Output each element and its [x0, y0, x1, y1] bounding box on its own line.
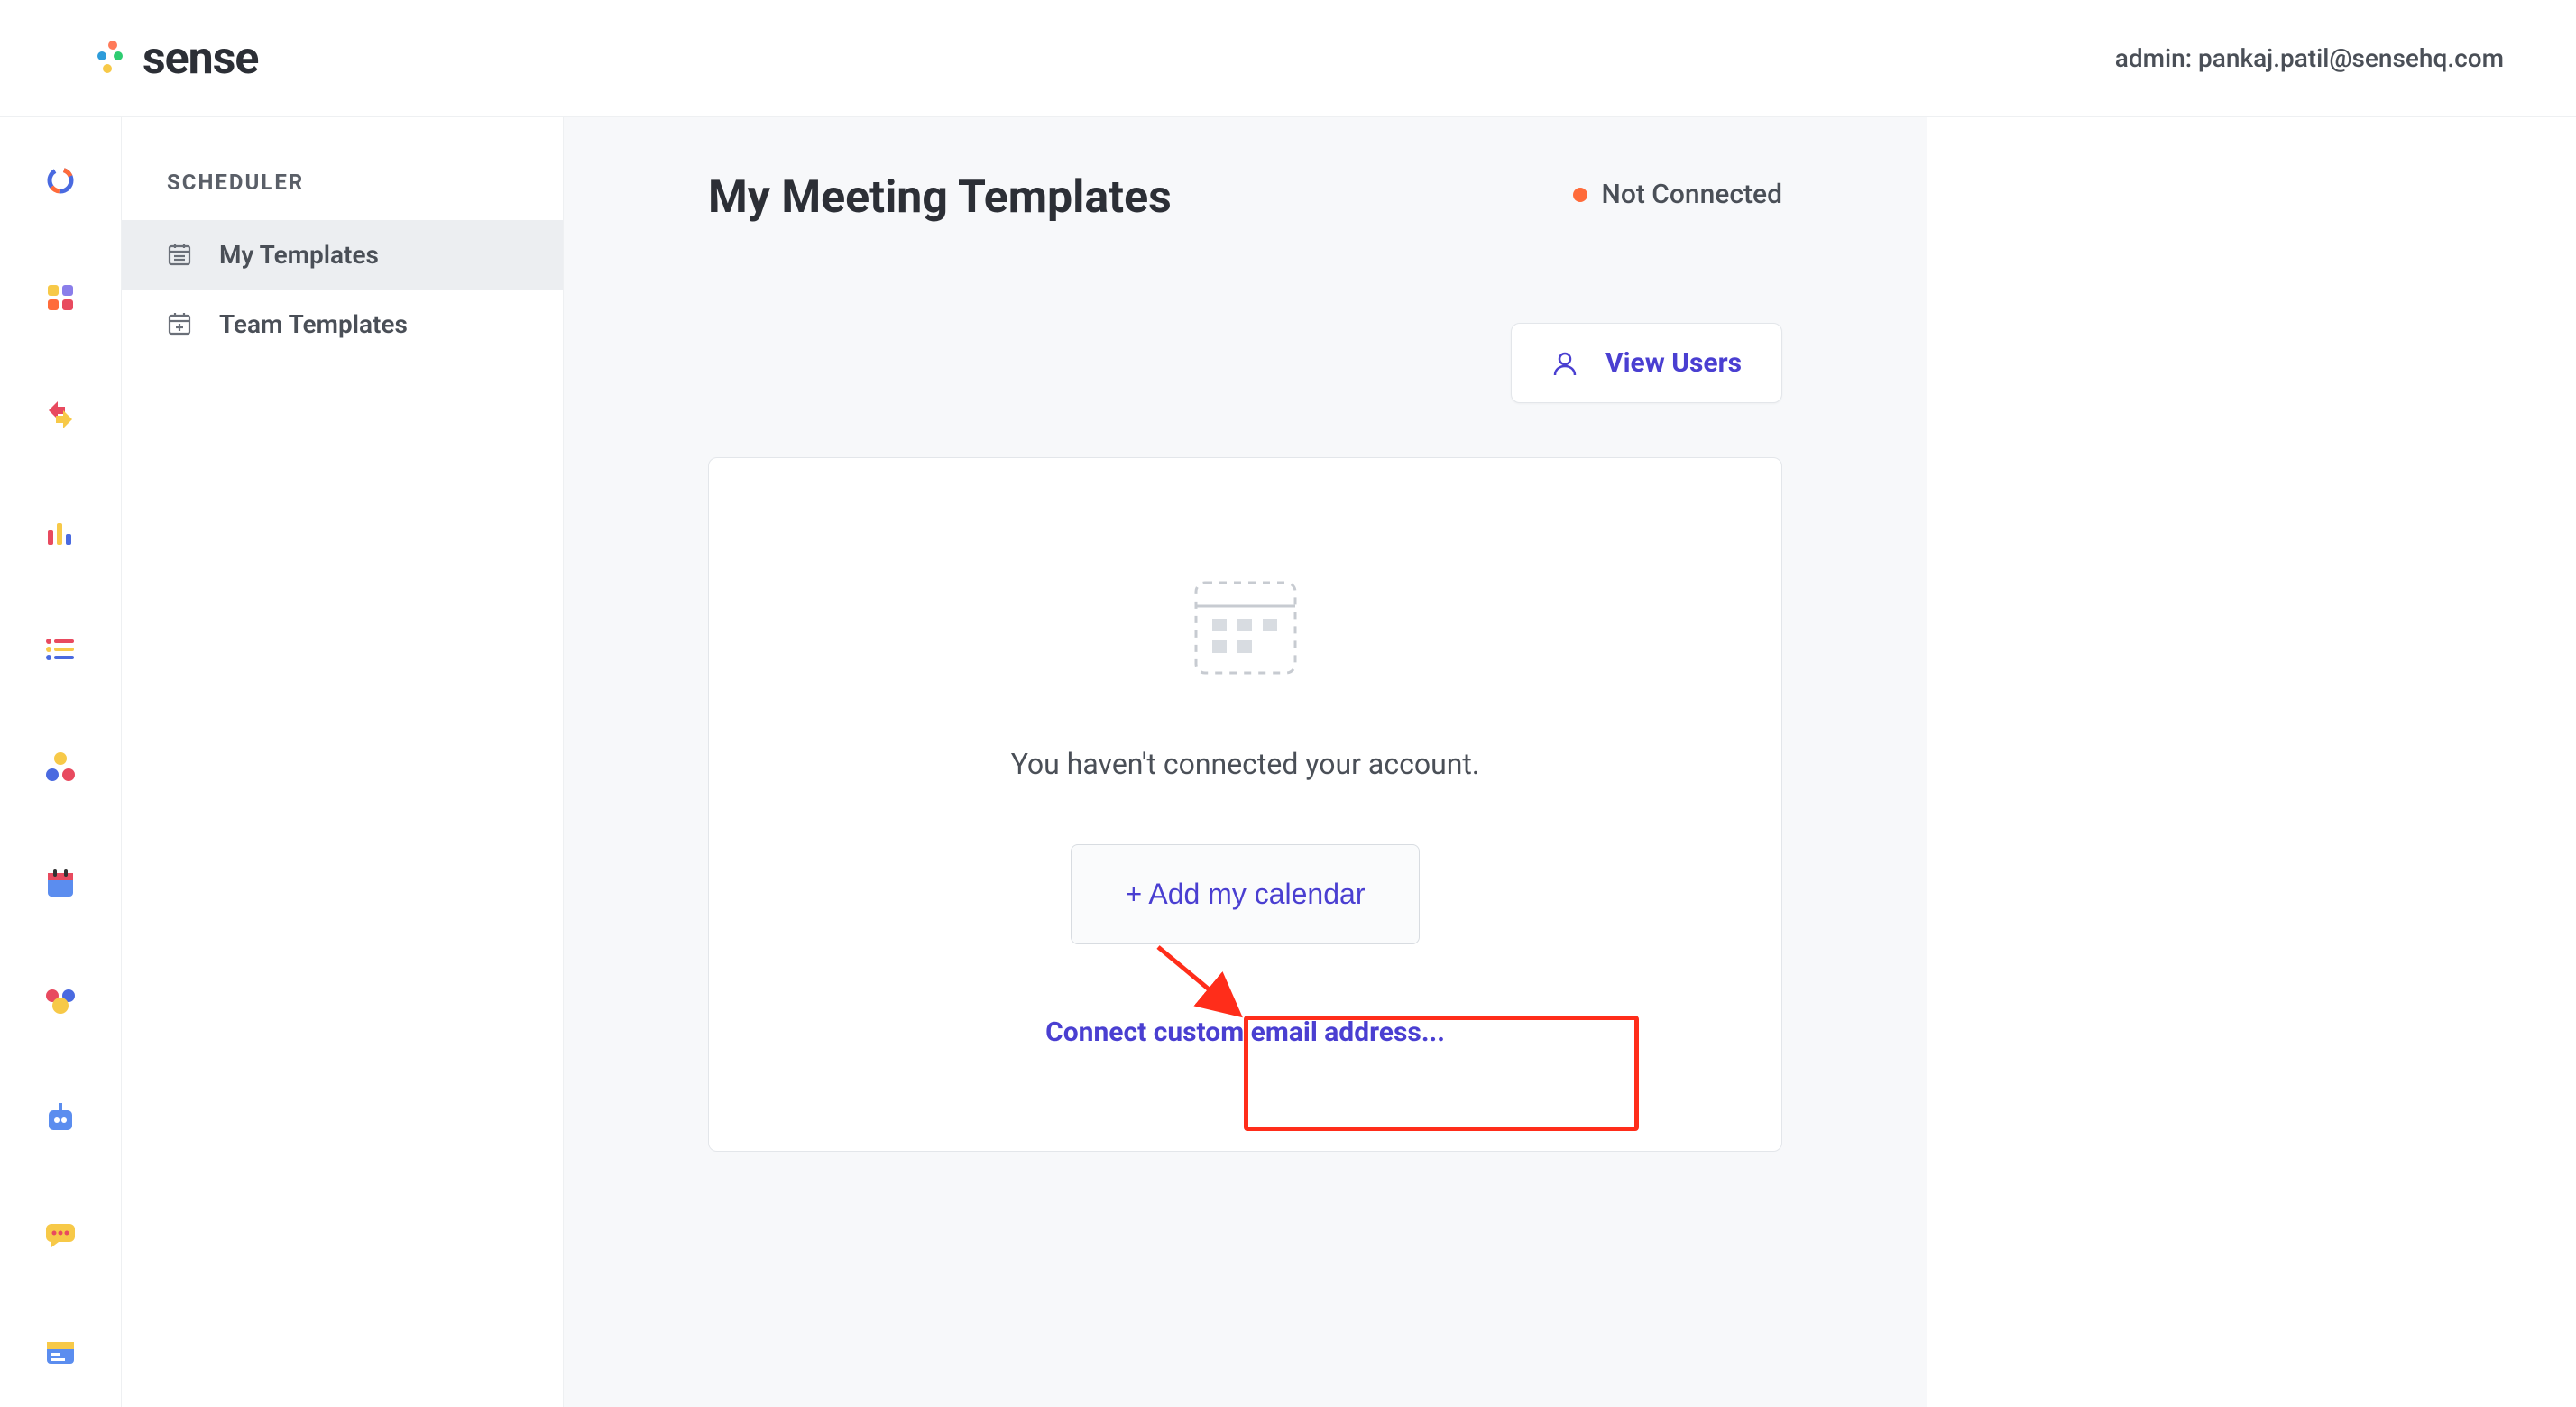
- team-icon[interactable]: [42, 983, 78, 1019]
- dashboard-icon[interactable]: [42, 280, 78, 316]
- list-icon[interactable]: [42, 631, 78, 667]
- bot-icon[interactable]: [42, 1100, 78, 1136]
- add-calendar-button[interactable]: + Add my calendar: [1071, 844, 1421, 944]
- empty-state-message: You haven't connected your account.: [1011, 747, 1480, 781]
- bars-icon[interactable]: [42, 514, 78, 550]
- people-icon[interactable]: [42, 749, 78, 785]
- chat-icon[interactable]: [42, 1218, 78, 1254]
- empty-state-card: You haven't connected your account. + Ad…: [708, 457, 1782, 1152]
- sidebar-item-label: My Templates: [219, 240, 379, 270]
- sidebar-item-label: Team Templates: [219, 309, 408, 339]
- user-icon: [1551, 350, 1578, 377]
- page-title: My Meeting Templates: [708, 171, 1172, 224]
- connect-email-link[interactable]: Connect custom email address...: [1045, 1016, 1445, 1048]
- icon-rail: [0, 117, 122, 1407]
- calendar-plus-icon: [167, 311, 194, 338]
- calendar-icon[interactable]: [42, 866, 78, 902]
- view-users-label: View Users: [1605, 347, 1742, 379]
- sidebar-item-my-templates[interactable]: My Templates: [122, 220, 563, 290]
- calendar-empty-icon: [1187, 566, 1304, 684]
- scheduler-sidebar: SCHEDULER My Templates Team Templates: [122, 117, 564, 1407]
- ring-icon[interactable]: [42, 162, 78, 198]
- calendar-icon: [167, 242, 194, 269]
- brand-logo: sense: [90, 32, 258, 85]
- templates-icon[interactable]: [42, 1335, 78, 1371]
- status-dot-icon: [1573, 188, 1587, 202]
- status-text: Not Connected: [1602, 179, 1782, 210]
- view-users-button[interactable]: View Users: [1511, 323, 1782, 403]
- main-content: My Meeting Templates Not Connected View …: [564, 117, 1927, 1407]
- current-user-label: admin: pankaj.patil@sensehq.com: [2115, 43, 2504, 73]
- brand-name: sense: [143, 32, 258, 85]
- brand-dots-icon: [90, 41, 126, 77]
- connection-status: Not Connected: [1573, 179, 1782, 210]
- sidebar-item-team-templates[interactable]: Team Templates: [122, 290, 563, 359]
- sidebar-title: SCHEDULER: [122, 153, 563, 220]
- arrows-icon[interactable]: [42, 397, 78, 433]
- app-header: sense admin: pankaj.patil@sensehq.com: [0, 0, 2576, 117]
